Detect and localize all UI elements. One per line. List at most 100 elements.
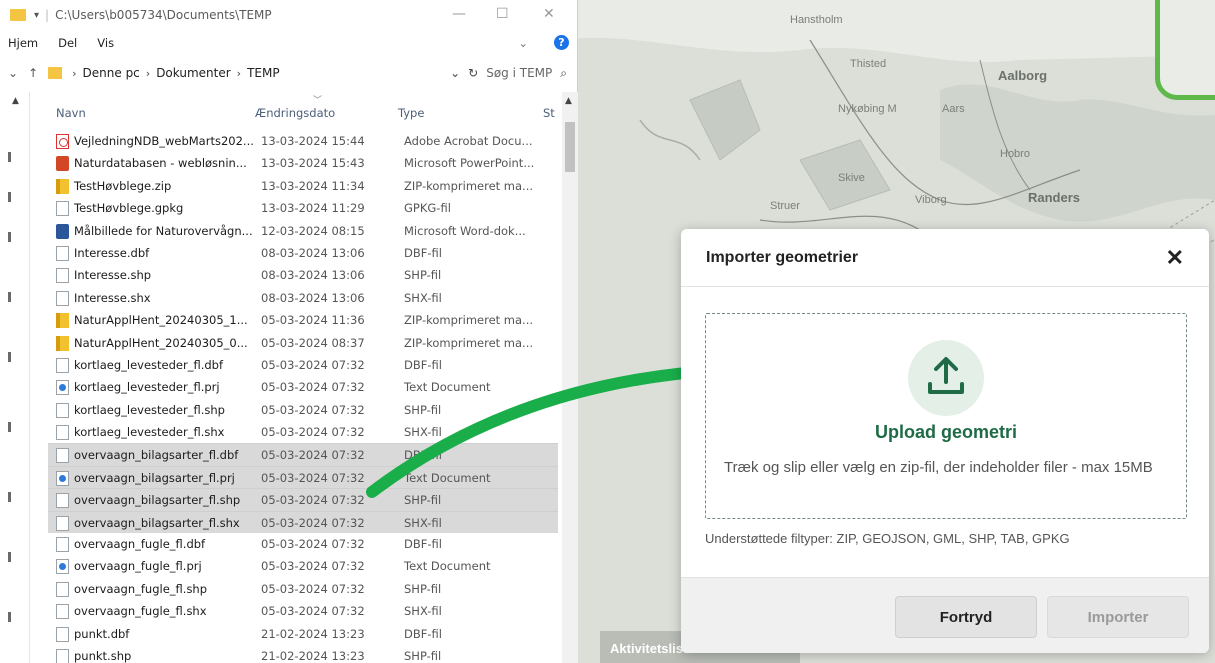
file-name: overvaagn_fugle_fl.shp: [74, 581, 208, 596]
file-type: SHX-fil: [404, 604, 442, 619]
file-row[interactable]: NaturApplHent_20240305_0... 05-03-2024 08…: [48, 332, 558, 354]
column-headers: Navn ﹀ Ændringsdato Type St: [30, 92, 562, 128]
minimize-icon[interactable]: —: [452, 6, 466, 22]
pdf-icon: [56, 134, 69, 149]
quick-access-dropdown-icon[interactable]: ▾: [34, 10, 39, 21]
file-row[interactable]: overvaagn_bilagsarter_fl.shx 05-03-2024 0…: [48, 510, 558, 534]
navigation-pane[interactable]: [0, 92, 30, 663]
dialog-close-icon[interactable]: ✕: [1166, 245, 1184, 271]
file-row[interactable]: Interesse.dbf 08-03-2024 13:06 DBF-fil: [48, 242, 558, 264]
file-date: 05-03-2024 07:32: [261, 604, 365, 619]
ribbon-tab-home[interactable]: Hjem: [8, 36, 38, 50]
file-type: SHP-fil: [404, 268, 442, 283]
file-date: 13-03-2024 11:29: [261, 201, 365, 216]
recent-locations-icon[interactable]: ⌄: [8, 66, 18, 80]
map-label-hobro: Hobro: [1000, 148, 1030, 160]
file-row[interactable]: kortlaeg_levesteder_fl.shx 05-03-2024 07:…: [48, 421, 558, 443]
file-date: 05-03-2024 07:32: [261, 515, 365, 530]
file-row[interactable]: overvaagn_fugle_fl.dbf 05-03-2024 07:32 DB…: [48, 533, 558, 555]
column-header-name[interactable]: Navn: [56, 106, 86, 120]
file-row[interactable]: NaturApplHent_20240305_1... 05-03-2024 11…: [48, 309, 558, 331]
file-date: 05-03-2024 08:37: [261, 335, 365, 350]
file-row[interactable]: overvaagn_fugle_fl.shx 05-03-2024 07:32 SH…: [48, 600, 558, 622]
help-icon[interactable]: ?: [554, 35, 569, 50]
cancel-button[interactable]: Fortryd: [895, 596, 1037, 638]
search-input[interactable]: Søg i TEMP: [486, 66, 552, 80]
file-row[interactable]: kortlaeg_levesteder_fl.prj 05-03-2024 07:…: [48, 376, 558, 398]
file-icon: [56, 493, 69, 509]
file-name: punkt.dbf: [74, 626, 130, 641]
file-name: TestHøvblege.gpkg: [74, 201, 184, 216]
up-arrow-icon[interactable]: ↑: [28, 66, 38, 80]
map-label-nykobing: Nykøbing M: [838, 103, 897, 115]
upload-icon[interactable]: [908, 340, 984, 416]
file-row[interactable]: Interesse.shp 08-03-2024 13:06 SHP-fil: [48, 264, 558, 286]
file-icon: [56, 537, 69, 553]
file-row[interactable]: Målbillede for Naturovervågn... 12-03-202…: [48, 220, 558, 242]
address-bar-row: ⌄ ↑ › Denne pc › Dokumenter › TEMP ⌄ ↻ S…: [8, 65, 567, 81]
file-row[interactable]: kortlaeg_levesteder_fl.dbf 05-03-2024 07:…: [48, 354, 558, 376]
file-row[interactable]: overvaagn_bilagsarter_fl.prj 05-03-2024 0…: [48, 465, 558, 489]
file-row[interactable]: kortlaeg_levesteder_fl.shp 05-03-2024 07:…: [48, 399, 558, 421]
column-header-size[interactable]: St: [543, 106, 555, 120]
file-date: 05-03-2024 07:32: [261, 470, 365, 485]
file-name: NaturApplHent_20240305_1...: [74, 313, 248, 328]
import-button[interactable]: Importer: [1047, 596, 1189, 638]
file-row[interactable]: Interesse.shx 08-03-2024 13:06 SHX-fil: [48, 287, 558, 309]
file-date: 13-03-2024 15:44: [261, 134, 365, 148]
file-name: overvaagn_bilagsarter_fl.shp: [74, 493, 241, 508]
breadcrumb-temp[interactable]: TEMP: [247, 66, 280, 80]
address-folder-icon: [48, 67, 63, 79]
file-date: 05-03-2024 07:32: [261, 493, 365, 508]
ribbon-tab-view[interactable]: Vis: [97, 36, 114, 50]
file-row[interactable]: Naturdatabasen - webløsnin... 13-03-2024 …: [48, 152, 558, 174]
file-type: SHP-fil: [404, 581, 442, 596]
breadcrumb-this-pc[interactable]: Denne pc: [83, 66, 140, 80]
search-icon[interactable]: ⌕: [560, 66, 567, 81]
scroll-up-icon[interactable]: ▲: [565, 96, 572, 106]
file-type: SHP-fil: [404, 648, 442, 663]
maximize-icon[interactable]: ☐: [496, 6, 509, 22]
file-row[interactable]: overvaagn_fugle_fl.shp 05-03-2024 07:32 SH…: [48, 578, 558, 600]
file-row[interactable]: VejledningNDB_webMarts202... 13-03-2024 1…: [48, 130, 558, 152]
file-type: Microsoft Word-dok...: [404, 223, 526, 238]
upload-dropzone[interactable]: Upload geometri Træk og slip eller vælg …: [705, 313, 1187, 519]
supported-filetypes: Understøttede filtyper: ZIP, GEOJSON, GM…: [705, 531, 1070, 546]
file-row[interactable]: overvaagn_bilagsarter_fl.dbf 05-03-2024 0…: [48, 443, 558, 466]
vertical-scrollbar[interactable]: ▲: [562, 92, 578, 663]
side-panel-card[interactable]: [1155, 0, 1215, 100]
explorer-titlebar: ▾ | C:\Users\b005734\Documents\TEMP: [0, 0, 577, 30]
file-row[interactable]: TestHøvblege.zip 13-03-2024 11:34 ZIP-komp…: [48, 175, 558, 197]
breadcrumb-documents[interactable]: Dokumenter: [156, 66, 230, 80]
file-icon: [56, 357, 69, 373]
expand-ribbon-icon[interactable]: ⌄: [518, 36, 528, 50]
nav-scroll-up-icon[interactable]: ▲: [12, 96, 19, 106]
file-name: overvaagn_fugle_fl.prj: [74, 559, 202, 574]
file-type: ZIP-komprimeret ma...: [404, 178, 534, 193]
address-dropdown-icon[interactable]: ⌄: [450, 66, 460, 80]
file-icon: [56, 245, 69, 261]
close-icon[interactable]: ✕: [543, 6, 555, 22]
file-type: SHP-fil: [404, 493, 442, 508]
file-type: SHX-fil: [404, 515, 442, 530]
file-row[interactable]: punkt.dbf 21-02-2024 13:23 DBF-fil: [48, 623, 558, 645]
file-row[interactable]: overvaagn_bilagsarter_fl.shp 05-03-2024 0…: [48, 488, 558, 511]
file-icon: [56, 648, 69, 663]
file-type: DBF-fil: [404, 626, 442, 641]
file-row[interactable]: TestHøvblege.gpkg 13-03-2024 11:29 GPKG-fi…: [48, 197, 558, 219]
file-type: Text Document: [404, 470, 491, 485]
map-label-randers: Randers: [1028, 190, 1081, 205]
ribbon-tab-share[interactable]: Del: [58, 36, 77, 50]
file-row[interactable]: punkt.shp 21-02-2024 13:23 SHP-fil: [48, 645, 558, 663]
file-name: punkt.shp: [74, 648, 132, 663]
file-date: 08-03-2024 13:06: [261, 268, 365, 283]
file-name: NaturApplHent_20240305_0...: [74, 335, 248, 350]
file-row[interactable]: overvaagn_fugle_fl.prj 05-03-2024 07:32 Te…: [48, 555, 558, 577]
map-label-thisted: Thisted: [850, 58, 887, 70]
column-header-date[interactable]: Ændringsdato: [255, 106, 335, 120]
refresh-icon[interactable]: ↻: [468, 66, 478, 80]
column-header-type[interactable]: Type: [398, 106, 424, 120]
file-icon: [56, 290, 69, 306]
file-date: 05-03-2024 11:36: [261, 313, 365, 328]
scrollbar-thumb[interactable]: [565, 122, 575, 172]
